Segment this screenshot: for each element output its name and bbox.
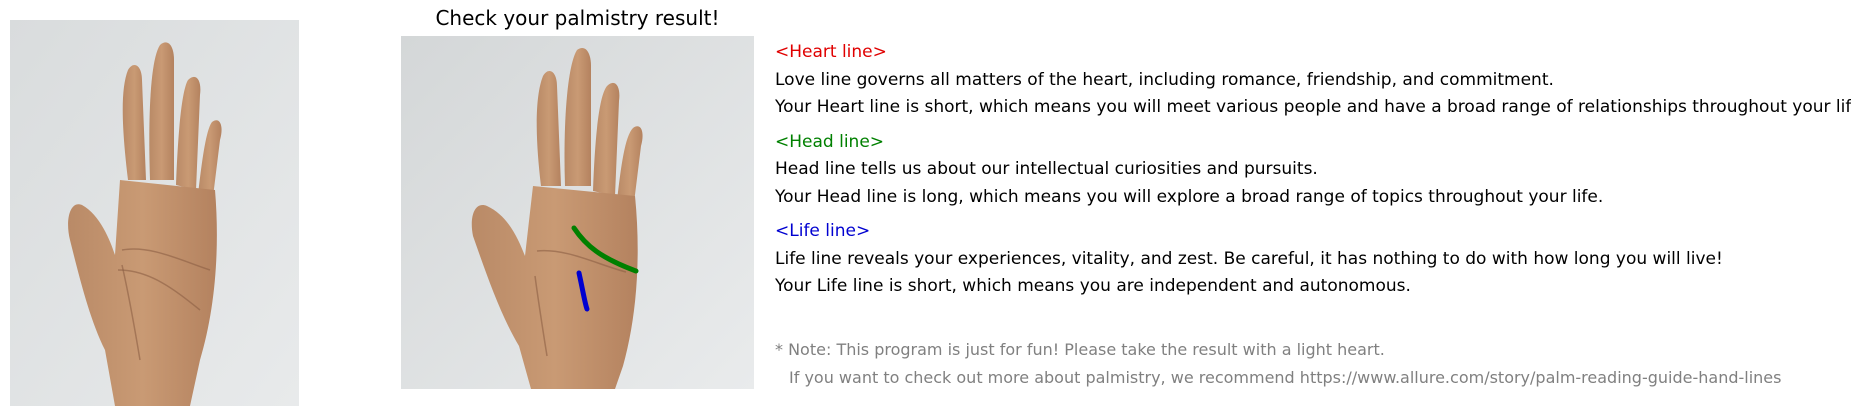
heart-line-result: Your Heart line is short, which means yo… [775,97,1851,117]
original-palm-image [10,20,299,406]
head-line-heading: <Head line> [775,132,885,152]
head-line-description: Head line tells us about our intellectua… [775,159,1318,179]
head-line-result: Your Head line is long, which means you … [775,187,1604,207]
life-line-heading: <Life line> [775,221,871,241]
palm-illustration [10,20,299,406]
annotated-palm-image [401,36,754,389]
result-title: Check your palmistry result! [435,6,720,30]
disclaimer-note: * Note: This program is just for fun! Pl… [775,340,1385,359]
heart-line-description: Love line governs all matters of the hea… [775,70,1554,90]
heart-line-heading: <Heart line> [775,42,887,62]
life-line-description: Life line reveals your experiences, vita… [775,249,1723,269]
life-line-result: Your Life line is short, which means you… [775,276,1411,296]
annotated-palm-illustration [401,36,754,389]
reference-note: If you want to check out more about palm… [789,368,1782,387]
